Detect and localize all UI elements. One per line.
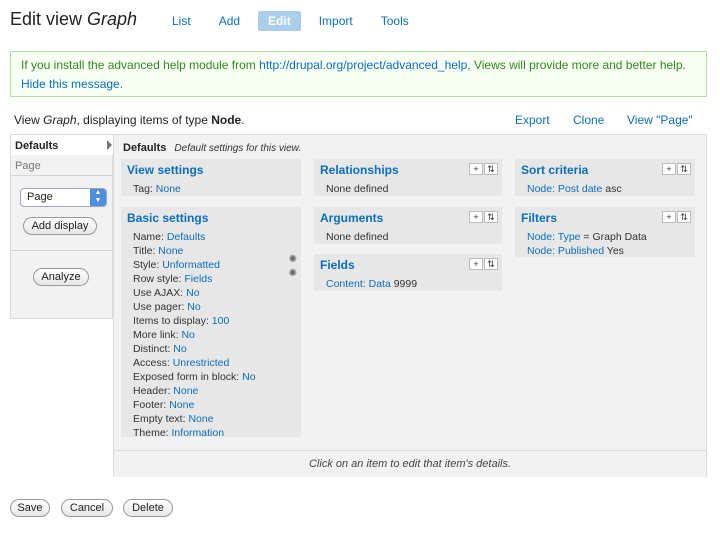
add-icon[interactable]: + [469,163,483,175]
tab-list[interactable]: List [162,11,201,31]
setting-row[interactable]: Items to display: 100 [133,314,256,328]
setting-row[interactable]: Title: None [133,244,256,258]
filters-box: Filters + ⇅ Node: Type = Graph Data Node:… [515,207,695,257]
setting-row[interactable]: Exposed form in block: No [133,370,256,384]
save-button[interactable]: Save [10,499,50,517]
add-icon[interactable]: + [469,258,483,270]
setting-row[interactable]: Name: Defaults [133,230,256,244]
relationships-empty: None defined [326,183,389,195]
divider [11,175,113,176]
sort-criteria-title: Sort criteria [521,163,589,177]
setting-row[interactable]: Footer: None [133,398,256,412]
rearrange-icon[interactable]: ⇅ [677,211,691,223]
advanced-help-link[interactable]: http://drupal.org/project/advanced_help [259,58,467,72]
display-settings-panel: Defaults Default settings for this view. … [113,134,707,477]
fields-title: Fields [320,258,355,272]
tab-import[interactable]: Import [309,11,363,31]
setting-row[interactable]: Empty text: None [133,412,256,426]
display-tab-defaults[interactable]: Defaults [11,135,114,155]
view-settings-title: View settings [127,163,204,177]
delete-button[interactable]: Delete [123,499,173,517]
export-link[interactable]: Export [515,113,550,127]
display-type-select[interactable]: Page ▲ ▼ [20,188,107,207]
clone-link[interactable]: Clone [573,113,604,127]
gear-icon[interactable]: ✺ [289,268,297,279]
setting-row[interactable]: Header: None [133,384,256,398]
select-arrows-icon: ▲ ▼ [90,189,106,206]
setting-row[interactable]: Access: Unrestricted [133,356,256,370]
arguments-title: Arguments [320,211,384,225]
fields-box: Fields + ⇅ Content: Data 9999 [314,254,502,291]
view-settings-box: View settings Tag: None [121,159,301,196]
arrow-right-icon [107,140,112,150]
setting-row[interactable]: Use AJAX: No [133,286,256,300]
add-icon[interactable]: + [662,211,676,223]
relationships-box: Relationships + ⇅ None defined [314,159,502,196]
rearrange-icon[interactable]: ⇅ [484,211,498,223]
sort-item[interactable]: Node: Post date asc [527,182,622,196]
setting-row-tag[interactable]: Tag: None [133,182,181,196]
setting-row[interactable]: More link: No [133,328,256,342]
setting-row[interactable]: Distinct: No [133,342,256,356]
view-info: View Graph, displaying items of type Nod… [14,113,245,127]
arguments-box: Arguments + ⇅ None defined [314,207,502,244]
cancel-button[interactable]: Cancel [61,499,113,517]
arguments-empty: None defined [326,231,389,243]
display-tab-page[interactable]: Page [11,157,45,175]
basic-settings-box: Basic settings Name: Defaults Title: None… [121,207,301,440]
edit-hint: Click on an item to edit that item's det… [114,450,706,477]
analyze-button[interactable]: Analyze [33,268,89,286]
sort-criteria-box: Sort criteria + ⇅ Node: Post date asc [515,159,695,196]
setting-row[interactable]: Theme: Information [133,426,256,440]
add-display-button[interactable]: Add display [23,217,97,235]
view-name: Graph [87,9,138,29]
page-title: Edit view Graph [10,9,138,29]
tab-tools[interactable]: Tools [371,11,419,31]
rearrange-icon[interactable]: ⇅ [484,163,498,175]
filter-item[interactable]: Node: Type = Graph Data [527,230,647,244]
field-item[interactable]: Content: Data 9999 [326,277,417,291]
gear-icon[interactable]: ✺ [289,254,297,265]
setting-row[interactable]: Use pager: No [133,300,256,314]
primary-tabs: List Add Edit Import Tools [162,11,427,31]
tab-add[interactable]: Add [209,11,250,31]
relationships-title: Relationships [320,163,399,177]
add-icon[interactable]: + [662,163,676,175]
divider [11,250,113,251]
rearrange-icon[interactable]: ⇅ [677,163,691,175]
basic-settings-title: Basic settings [127,211,209,225]
displays-sidebar: Defaults Page Page ▲ ▼ Add display Analyz… [10,134,114,319]
help-message: If you install the advanced help module … [10,51,707,97]
filters-title: Filters [521,211,558,225]
add-icon[interactable]: + [469,211,483,223]
panel-heading: Defaults Default settings for this view. [123,142,302,154]
view-page-link[interactable]: View "Page" [627,113,693,127]
rearrange-icon[interactable]: ⇅ [484,258,498,270]
setting-row[interactable]: Style: Unformatted [133,258,256,272]
setting-row[interactable]: Row style: Fields [133,272,256,286]
hide-message-link[interactable]: Hide this message. [21,77,123,91]
tab-edit[interactable]: Edit [258,11,301,31]
filter-item[interactable]: Node: Published Yes [527,244,647,258]
